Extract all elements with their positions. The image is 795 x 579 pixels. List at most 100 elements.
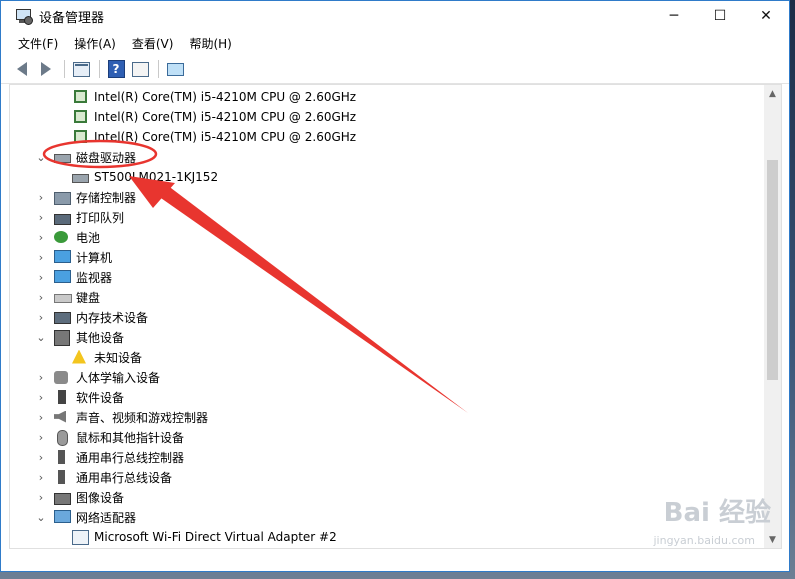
chevron-right-icon[interactable]: › xyxy=(34,250,48,264)
device-manager-window: 设备管理器 ─ ☐ ✕ 文件(F) 操作(A) 查看(V) 帮助(H) ? In… xyxy=(0,0,790,572)
tree-item-label: Microsoft Wi-Fi Direct Virtual Adapter #… xyxy=(94,530,337,544)
usb-icon xyxy=(54,449,71,465)
tree-category[interactable]: › 电池 xyxy=(34,227,100,247)
tree-device[interactable]: ST500LM021-1KJ152 xyxy=(52,167,218,187)
chevron-right-icon[interactable]: › xyxy=(34,190,48,204)
tree-category[interactable]: ⌄ 网络适配器 xyxy=(34,507,136,527)
chevron-right-icon[interactable]: › xyxy=(34,490,48,504)
vertical-scrollbar[interactable]: ▲ ▼ xyxy=(764,85,781,548)
properties-button[interactable] xyxy=(129,58,151,80)
minimize-button[interactable]: ─ xyxy=(651,1,697,31)
chevron-down-icon[interactable]: ⌄ xyxy=(34,150,48,164)
tree-category[interactable]: ⌄ 磁盘驱动器 xyxy=(34,147,136,167)
unknown-device-warning-icon xyxy=(72,349,89,365)
console-tree-icon xyxy=(72,61,90,77)
tree-category[interactable]: ⌄ 其他设备 xyxy=(34,327,124,347)
scroll-up-icon[interactable]: ▲ xyxy=(764,85,781,102)
tree-item-label: 未知设备 xyxy=(94,350,143,365)
menu-help[interactable]: 帮助(H) xyxy=(181,35,239,52)
tree-category[interactable]: › 监视器 xyxy=(34,267,112,287)
chevron-down-icon[interactable]: ⌄ xyxy=(34,330,48,344)
tree-category[interactable]: › 存储控制器 xyxy=(34,187,136,207)
tree-category[interactable]: › 内存技术设备 xyxy=(34,307,148,327)
menu-view[interactable]: 查看(V) xyxy=(124,35,182,52)
chevron-right-icon[interactable]: › xyxy=(34,450,48,464)
tree-item-label: 人体学输入设备 xyxy=(76,370,161,385)
toolbar: ? xyxy=(1,55,789,84)
device-tree-pane: Intel(R) Core(TM) i5-4210M CPU @ 2.60GHz… xyxy=(9,84,782,549)
tree-category[interactable]: › 鼠标和其他指针设备 xyxy=(34,427,184,447)
tree-item-label: 鼠标和其他指针设备 xyxy=(76,430,185,445)
tree-category[interactable]: › 打印队列 xyxy=(34,207,124,227)
tree-category[interactable]: › 通用串行总线设备 xyxy=(34,467,172,487)
tree-device[interactable]: Intel(R) Core(TM) i5-4210M CPU @ 2.60GHz xyxy=(52,107,356,127)
chevron-right-icon[interactable]: › xyxy=(34,230,48,244)
chevron-right-icon[interactable]: › xyxy=(34,290,48,304)
scan-hardware-button[interactable] xyxy=(164,58,186,80)
tree-category[interactable]: › 人体学输入设备 xyxy=(34,367,160,387)
network-icon xyxy=(54,509,71,525)
chevron-right-icon[interactable]: › xyxy=(34,370,48,384)
help-button[interactable]: ? xyxy=(105,58,127,80)
hid-icon xyxy=(54,370,71,385)
close-button[interactable]: ✕ xyxy=(743,1,789,31)
tree-device[interactable]: 未知设备 xyxy=(52,347,142,367)
storage-controller-icon xyxy=(54,190,71,205)
chevron-right-icon[interactable]: › xyxy=(34,410,48,424)
maximize-button[interactable]: ☐ xyxy=(697,1,743,31)
show-hide-console-tree-button[interactable] xyxy=(70,58,92,80)
computer-icon xyxy=(54,249,71,265)
scroll-down-icon[interactable]: ▼ xyxy=(764,531,781,548)
forward-button[interactable] xyxy=(35,58,57,80)
cpu-icon xyxy=(72,89,89,105)
properties-icon xyxy=(131,61,149,77)
memory-icon xyxy=(54,310,71,325)
chevron-right-icon[interactable]: › xyxy=(34,470,48,484)
battery-icon xyxy=(54,230,71,245)
device-manager-icon xyxy=(15,8,33,25)
tree-category[interactable]: › 键盘 xyxy=(34,287,100,307)
scrollbar-thumb[interactable] xyxy=(767,160,778,380)
tree-device[interactable]: Intel(R) Core(TM) i5-4210M CPU @ 2.60GHz xyxy=(52,87,356,107)
chevron-right-icon[interactable]: › xyxy=(34,270,48,284)
tree-category[interactable]: › 通用串行总线控制器 xyxy=(34,447,184,467)
disk-icon xyxy=(72,170,89,185)
keyboard-icon xyxy=(54,290,72,305)
camera-icon xyxy=(54,490,71,505)
software-device-icon xyxy=(54,389,71,405)
tree-item-label: 计算机 xyxy=(76,250,113,265)
tree-item-label: 网络适配器 xyxy=(76,510,137,525)
tree-category[interactable]: › 计算机 xyxy=(34,247,112,267)
tree-item-label: 存储控制器 xyxy=(76,190,137,205)
chevron-right-icon[interactable]: › xyxy=(34,210,48,224)
disk-drive-icon xyxy=(54,150,71,165)
title-bar[interactable]: 设备管理器 ─ ☐ ✕ xyxy=(1,1,789,31)
monitor-icon xyxy=(54,269,71,285)
scan-hardware-icon xyxy=(166,62,184,76)
printer-icon xyxy=(54,210,71,225)
toolbar-separator xyxy=(64,60,65,78)
baidu-watermark-url: jingyan.baidu.com xyxy=(653,534,755,547)
chevron-right-icon[interactable]: › xyxy=(34,430,48,444)
tree-item-label: 图像设备 xyxy=(76,490,125,505)
sound-icon xyxy=(54,410,71,425)
chevron-right-icon[interactable]: › xyxy=(34,390,48,404)
tree-item-label: 内存技术设备 xyxy=(76,310,149,325)
tree-device[interactable]: Intel(R) Core(TM) i5-4210M CPU @ 2.60GHz xyxy=(52,127,356,147)
tree-category[interactable]: › 声音、视频和游戏控制器 xyxy=(34,407,208,427)
menu-action[interactable]: 操作(A) xyxy=(66,35,124,52)
tree-item-label: 监视器 xyxy=(76,270,113,285)
help-icon: ? xyxy=(107,60,125,78)
chevron-down-icon[interactable]: ⌄ xyxy=(34,510,48,524)
toolbar-separator xyxy=(158,60,159,78)
tree-category[interactable]: › 图像设备 xyxy=(34,487,124,507)
back-button[interactable] xyxy=(11,58,33,80)
tree-device[interactable]: Microsoft Wi-Fi Direct Virtual Adapter #… xyxy=(52,527,337,547)
menu-file[interactable]: 文件(F) xyxy=(10,35,66,52)
tree-category[interactable]: › 软件设备 xyxy=(34,387,124,407)
chevron-right-icon[interactable]: › xyxy=(34,310,48,324)
back-arrow-icon xyxy=(17,62,27,76)
tree-item-label: 磁盘驱动器 xyxy=(76,150,137,165)
tree-item-label: ST500LM021-1KJ152 xyxy=(94,170,219,184)
tree-item-label: 打印队列 xyxy=(76,210,125,225)
